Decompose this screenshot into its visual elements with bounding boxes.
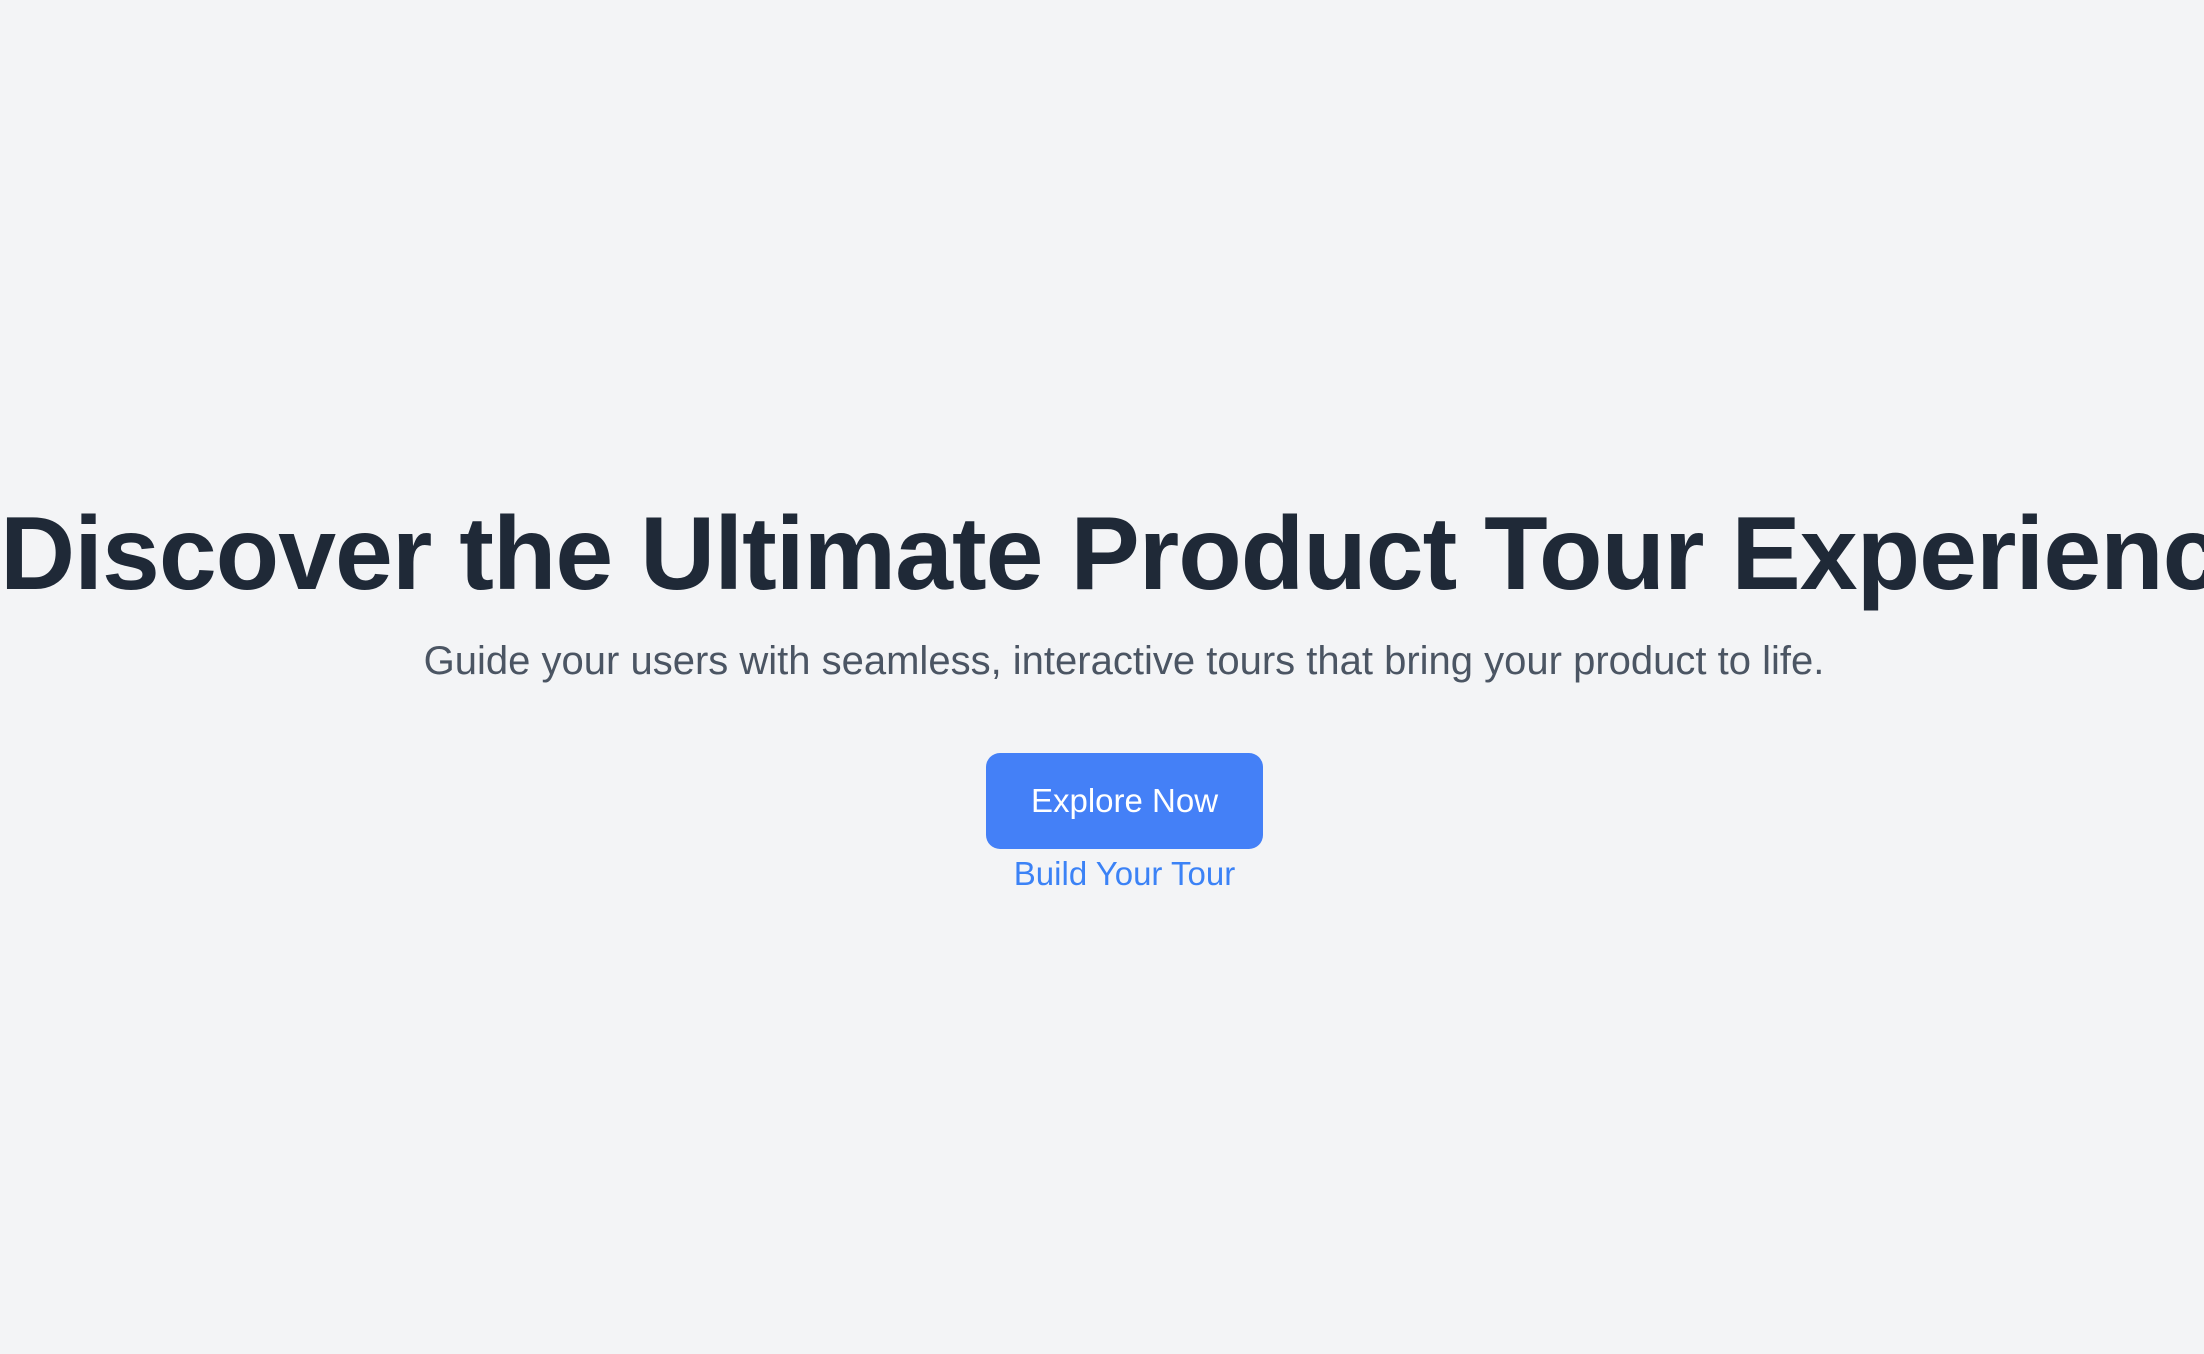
hero-subheadline: Guide your users with seamless, interact… [423,639,1825,683]
hero-headline: Discover the Ultimate Product Tour Exper… [0,496,2204,612]
build-your-tour-link[interactable]: Build Your Tour [900,848,1349,900]
explore-now-button[interactable]: Explore Now [986,753,1263,849]
hero-section: Discover the Ultimate Product Tour Exper… [0,0,2204,1354]
